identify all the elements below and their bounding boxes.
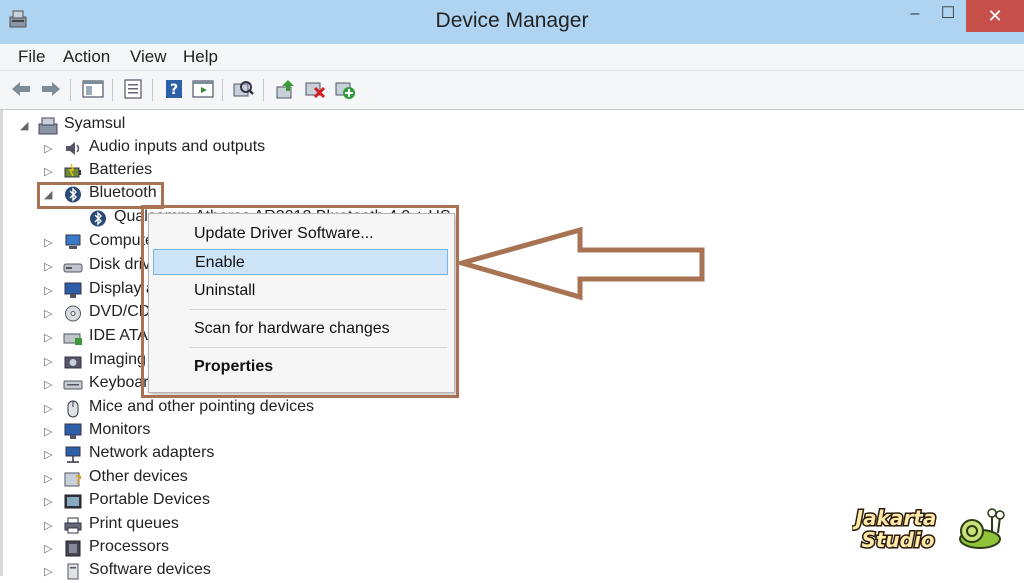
unknown-device-icon: ? [64,472,82,487]
svg-text:?: ? [75,473,82,487]
expand-icon[interactable]: ▷ [44,448,52,461]
toolbar-separator [222,79,223,101]
expand-icon[interactable]: ▷ [44,142,52,155]
minimize-button[interactable]: – [900,0,930,28]
expand-icon[interactable]: ▷ [44,519,52,532]
tree-item-label: Batteries [89,161,153,178]
tree-item[interactable]: ▷ Audio inputs and outputs [0,137,700,160]
toolbar-separator [112,79,113,101]
tree-item-label: Software devices [89,561,211,578]
tree-item-label: Portable Devices [89,491,210,508]
bluetooth-device-icon [90,210,106,227]
tree-item-label: Processors [89,538,170,555]
ide-icon [63,333,82,345]
monitor-icon [64,423,82,439]
keyboard-icon [63,380,83,390]
menu-file[interactable]: File [18,47,45,67]
tree-item-label: Print queues [89,515,179,532]
expand-icon[interactable]: ▷ [44,565,52,578]
window-title: Device Manager [435,9,589,32]
menu-bar: File Action View Help [0,44,1024,71]
expand-icon[interactable]: ▷ [44,355,52,368]
camera-icon [64,356,82,369]
toolbar: ? [0,71,1024,110]
scan-hardware-icon[interactable] [232,78,254,100]
tree-item[interactable]: ▷ Portable Devices [0,490,700,513]
computer-icon [65,234,81,249]
portable-icon [64,494,82,509]
toolbar-separator [70,79,71,101]
update-driver-icon[interactable] [274,78,296,100]
help-icon[interactable]: ? [163,78,185,100]
battery-icon [64,163,81,178]
svg-text:Studio: Studio [861,528,934,552]
snail-logo-icon: Jakarta Studio [850,505,1005,554]
computer-root-icon [38,117,58,135]
collapse-icon[interactable]: ◢ [20,119,28,132]
expand-icon[interactable]: ▷ [44,331,52,344]
annotation-arrow-icon [458,226,705,301]
close-button[interactable]: ✕ [966,0,1024,32]
tree-item[interactable]: ▷ Software devices [0,560,700,583]
tree-item[interactable]: ▷ Batteries [0,160,700,183]
uninstall-icon[interactable] [304,78,326,100]
tree-root[interactable]: ◢ Syamsul [0,114,700,137]
processor-icon [65,540,81,557]
menu-view[interactable]: View [130,47,167,67]
expand-icon[interactable]: ▷ [44,260,52,273]
tree-item[interactable]: ▷ Mice and other pointing devices [0,397,700,420]
menu-action[interactable]: Action [63,47,110,67]
expand-icon[interactable]: ▷ [44,236,52,249]
expand-icon[interactable]: ▷ [44,542,52,555]
expand-icon[interactable]: ▷ [44,425,52,438]
action-pane-icon[interactable] [192,78,214,100]
toolbar-separator [263,79,264,101]
expand-icon[interactable]: ▷ [44,472,52,485]
forward-arrow-icon[interactable] [40,78,62,100]
enable-device-icon[interactable] [334,78,356,100]
jakarta-studio-logo: Jakarta Studio [850,503,1020,554]
expand-icon[interactable]: ▷ [44,307,52,320]
expand-icon[interactable]: ▷ [44,495,52,508]
maximize-button[interactable]: ☐ [932,0,964,28]
tree-item-label: Other devices [89,468,188,485]
tree-item[interactable]: ▷ ? Other devices [0,467,700,490]
tree-item-label: Audio inputs and outputs [89,138,266,155]
expand-icon[interactable]: ▷ [44,378,52,391]
tree-root-label: Syamsul [64,115,126,132]
software-icon [67,563,79,580]
console-tree-icon[interactable] [82,78,104,100]
expand-icon[interactable]: ▷ [44,402,52,415]
dvd-icon [65,305,81,322]
svg-text:Jakarta: Jakarta [852,506,936,530]
display-icon [64,282,82,298]
disk-icon [63,263,83,273]
properties-icon[interactable] [122,78,144,100]
mouse-icon [67,400,79,418]
printer-icon [64,517,82,534]
context-menu-highlight-box [141,205,459,398]
tree-item[interactable]: ▷ Processors [0,537,700,560]
network-icon [65,446,81,463]
expand-icon[interactable]: ▷ [44,165,52,178]
expand-icon[interactable]: ▷ [44,284,52,297]
speaker-icon [66,142,80,155]
tree-item[interactable]: ▷ Network adapters [0,443,700,466]
tree-item[interactable]: ▷ Print queues [0,514,700,537]
back-arrow-icon[interactable] [10,78,32,100]
menu-help[interactable]: Help [183,47,218,67]
tree-item[interactable]: ▷ Monitors [0,420,700,443]
tree-item-label: Network adapters [89,444,215,461]
toolbar-separator [152,79,153,101]
tree-item-label: Monitors [89,421,151,438]
svg-text:?: ? [170,82,178,98]
tree-item-label: Mice and other pointing devices [89,398,315,415]
